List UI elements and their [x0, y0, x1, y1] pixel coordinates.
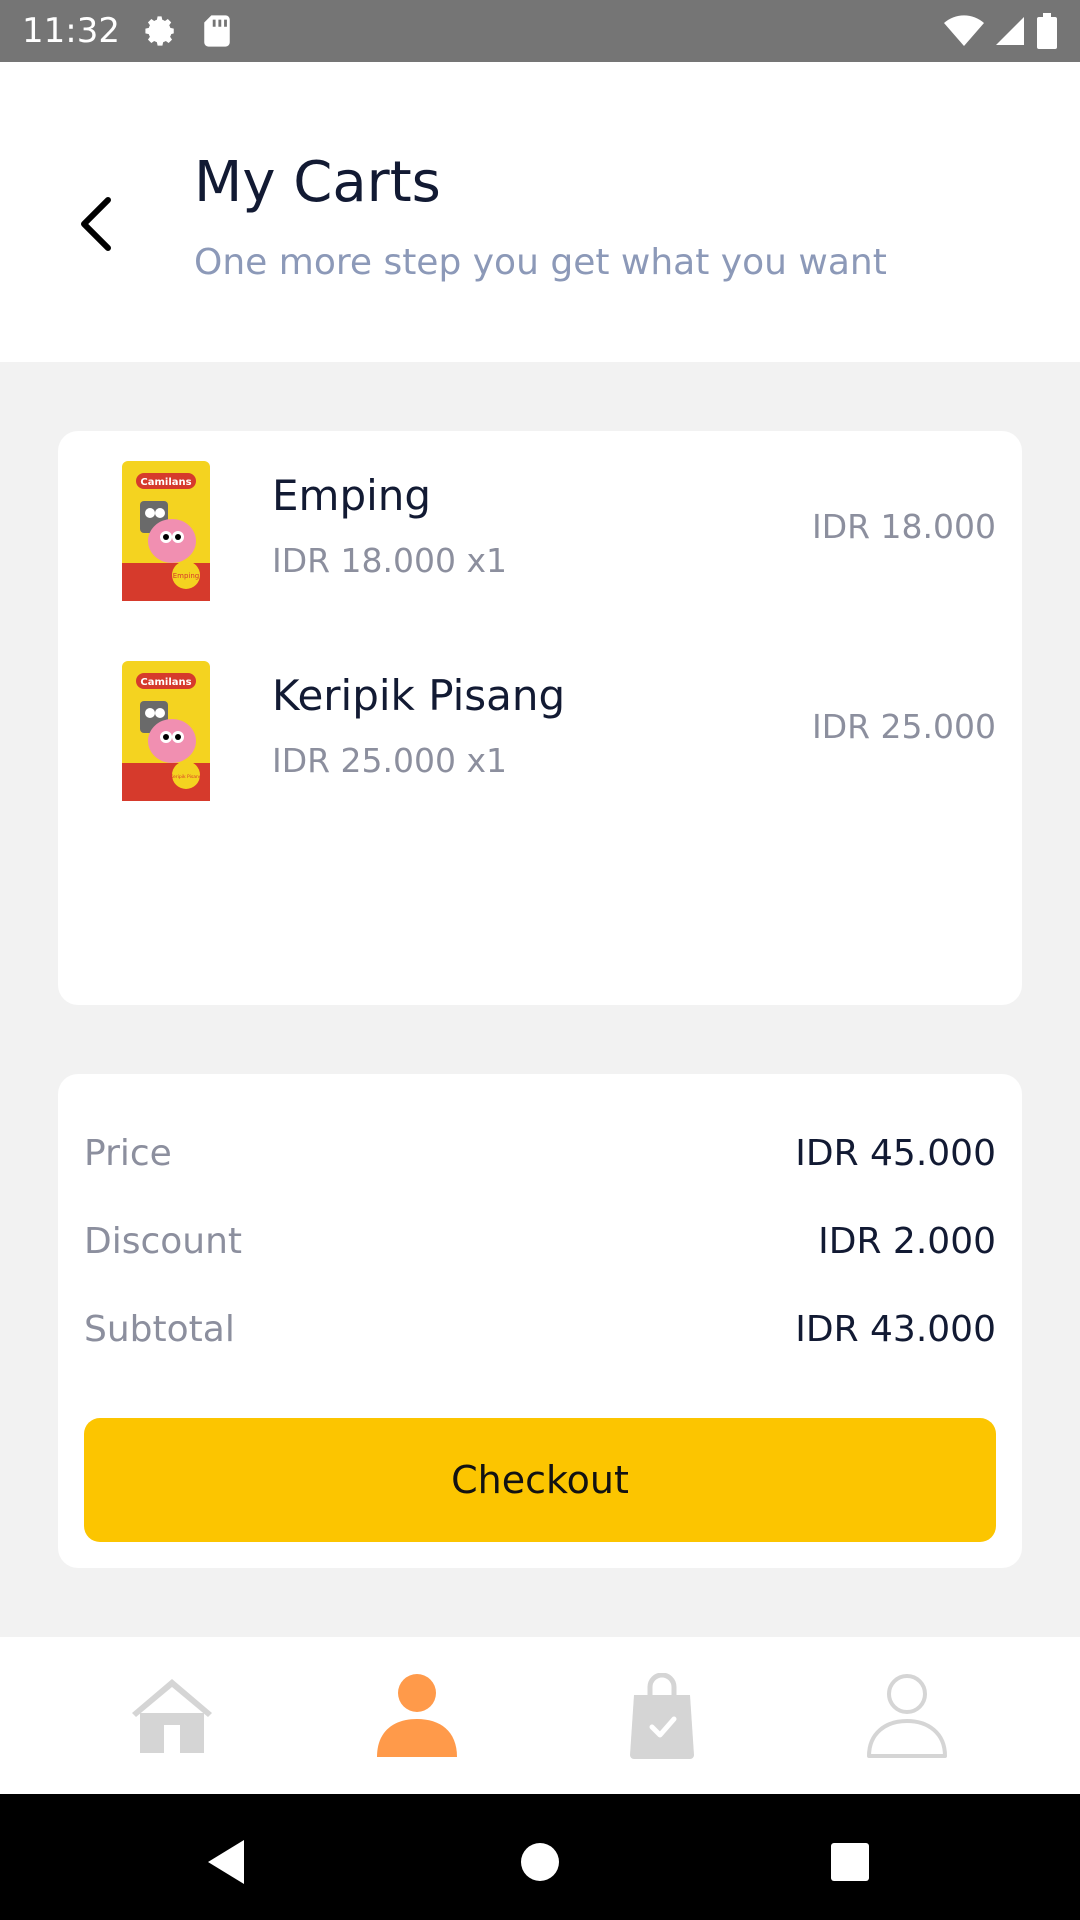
nav-item-orders[interactable] [527, 1637, 797, 1794]
system-home-button[interactable] [500, 1822, 580, 1902]
status-bar: 11:32 [0, 0, 1080, 62]
product-image: Camilans Emping [122, 461, 210, 601]
nav-item-home[interactable] [37, 1637, 307, 1794]
discount-label: Discount [84, 1220, 243, 1262]
bottom-nav [0, 1637, 1080, 1794]
package-brand: Camilans [140, 677, 191, 688]
subtotal-row: Subtotal IDR 43.000 [84, 1304, 996, 1354]
triangle-back-icon [208, 1840, 244, 1884]
package-brand: Camilans [140, 477, 191, 488]
system-back-button[interactable] [186, 1822, 266, 1902]
item-total: IDR 18.000 [811, 507, 996, 546]
shopping-bag-icon [630, 1672, 694, 1759]
cart-item[interactable]: Camilans Emping Emping IDR 18.000 x1 IDR… [58, 459, 1022, 609]
settings-icon [144, 14, 178, 48]
nav-item-person[interactable] [282, 1637, 552, 1794]
system-recents-button[interactable] [810, 1822, 890, 1902]
nav-item-profile[interactable] [772, 1637, 1042, 1794]
status-time: 11:32 [22, 11, 120, 51]
page-subtitle: One more step you get what you want [194, 242, 887, 283]
package-label: Emping [173, 572, 200, 580]
product-image: Camilans Keripik Pisang [122, 661, 210, 801]
circle-home-icon [521, 1843, 559, 1881]
home-icon [132, 1678, 212, 1753]
arrow-left-icon [81, 197, 111, 251]
subtotal-label: Subtotal [84, 1308, 235, 1350]
system-nav-bar [0, 1794, 1080, 1920]
item-total: IDR 25.000 [811, 707, 996, 746]
price-label: Price [84, 1132, 172, 1174]
order-summary-card: Price IDR 45.000 Discount IDR 2.000 Subt… [58, 1074, 1022, 1568]
square-recents-icon [831, 1843, 869, 1881]
price-value: IDR 45.000 [795, 1132, 996, 1174]
package-label: Keripik Pisang [170, 774, 202, 780]
discount-value: IDR 2.000 [818, 1220, 996, 1262]
sd-card-icon [202, 14, 232, 48]
wifi-icon [944, 15, 984, 47]
subtotal-value: IDR 43.000 [795, 1308, 996, 1350]
item-unit-price: IDR 25.000 x1 [272, 741, 508, 780]
item-unit-price: IDR 18.000 x1 [272, 541, 508, 580]
item-name: Keripik Pisang [272, 671, 566, 720]
checkout-button[interactable]: Checkout [84, 1418, 996, 1542]
cart-item[interactable]: Camilans Keripik Pisang Keripik Pisang I… [58, 659, 1022, 809]
profile-outline-icon [867, 1673, 947, 1758]
battery-icon [1036, 13, 1058, 49]
person-icon [377, 1673, 457, 1757]
signal-icon [994, 15, 1026, 47]
back-button[interactable] [64, 192, 128, 256]
cart-items-card: Camilans Emping Emping IDR 18.000 x1 IDR… [58, 431, 1022, 1005]
price-row: Price IDR 45.000 [84, 1128, 996, 1178]
page-title: My Carts [194, 150, 441, 215]
discount-row: Discount IDR 2.000 [84, 1216, 996, 1266]
item-name: Emping [272, 471, 432, 520]
header: My Carts One more step you get what you … [0, 62, 1080, 362]
